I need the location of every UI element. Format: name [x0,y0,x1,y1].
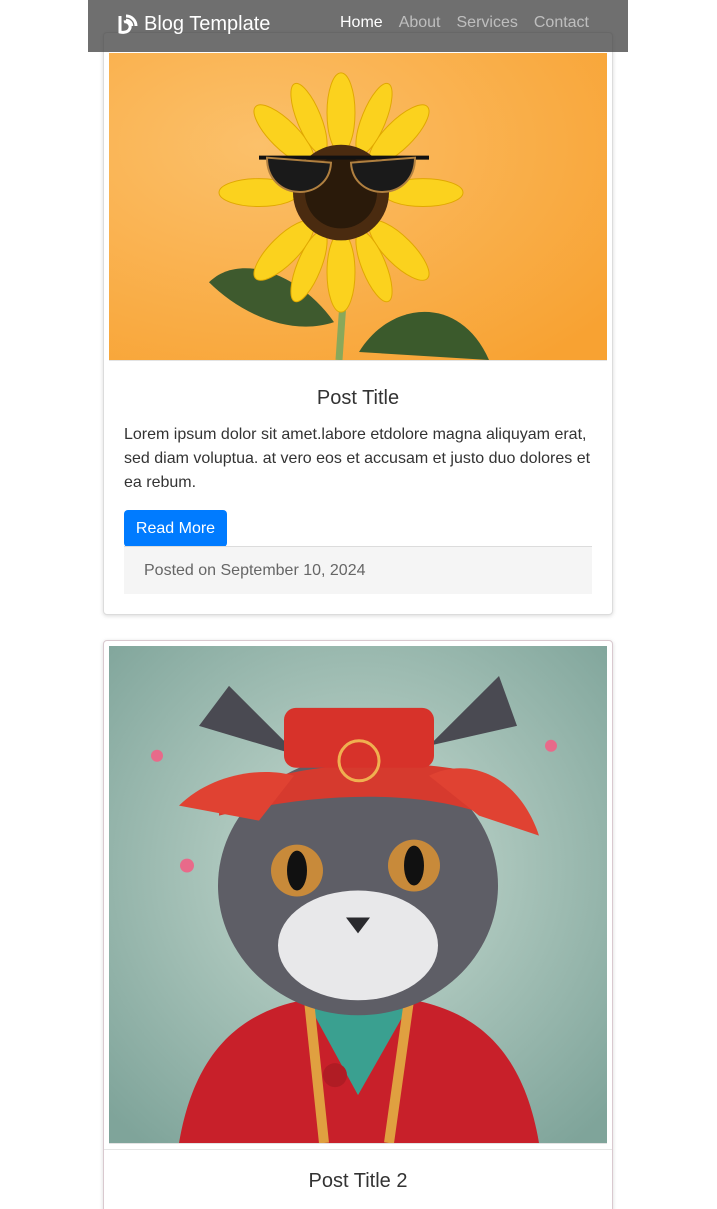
post-footer: Posted on September 10, 2024 [124,546,592,594]
navbar: Blog Template Home About Services Contac… [88,0,628,52]
post-excerpt: Lorem ipsum dolor sit amet.labore etdolo… [124,426,591,491]
nav-about[interactable]: About [399,14,441,32]
post-card: Post Title 2 [103,640,613,1209]
nav-home[interactable]: Home [340,14,383,32]
post-image-cat [109,646,607,1144]
brand-name: Blog Template [144,12,271,35]
post-title-2: Post Title 2 [308,1170,408,1192]
post-card: Post Title Lorem ipsum dolor sit amet.la… [103,32,613,615]
read-more-button[interactable]: Read More [124,510,227,547]
post-date: Posted on September 10, 2024 [144,562,366,579]
nav-services[interactable]: Services [457,14,518,32]
blog-icon [118,14,138,34]
nav-contact[interactable]: Contact [534,14,589,32]
image-divider [104,1149,612,1150]
post-image-sunflower [109,53,607,361]
post-title: Post Title [316,387,400,409]
brand[interactable]: Blog Template [116,12,270,36]
nav-links: Home About Services Contact [340,14,589,32]
